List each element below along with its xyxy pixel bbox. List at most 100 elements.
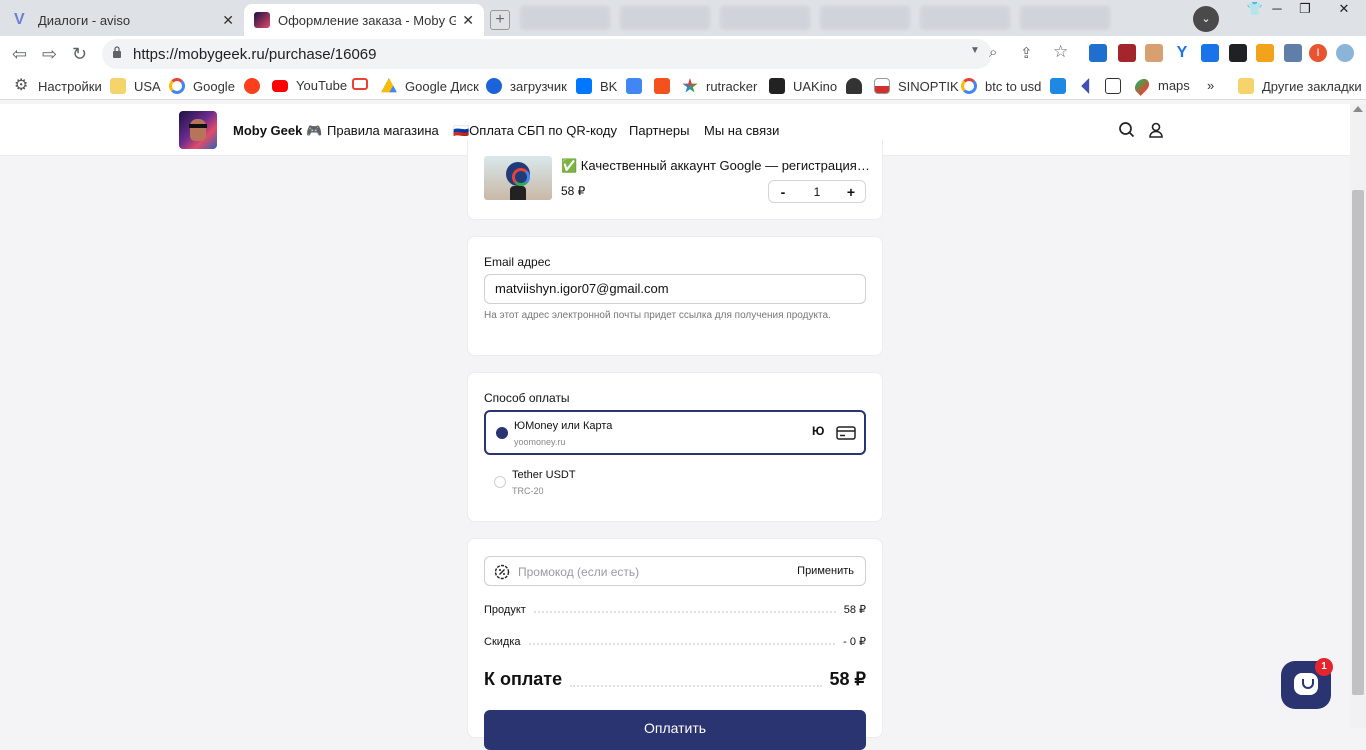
browser-tab-bar: V Диалоги - aviso ✕ Оформление заказа - … <box>0 0 1366 36</box>
product-title[interactable]: ✅ Качественный аккаунт Google — регистра… <box>561 158 871 174</box>
maximize-button[interactable]: ❐ <box>1290 0 1320 20</box>
bookmark-p[interactable] <box>1050 78 1074 94</box>
extension-y-icon[interactable]: Y <box>1173 44 1191 62</box>
zoom-icon[interactable]: ⌕ <box>989 44 997 61</box>
tab-search-button[interactable]: ⌄ <box>1193 6 1219 32</box>
extension-bitcoin-icon[interactable] <box>1256 44 1274 62</box>
bookmark-google[interactable]: Google <box>169 78 235 94</box>
promo-code-placeholder: Промокод (если есть) <box>518 565 640 579</box>
payment-option-usdt[interactable]: Tether USDT TRC-20 <box>484 461 866 506</box>
chat-widget-button[interactable]: 1 <box>1281 658 1333 709</box>
extension-download-icon[interactable] <box>1201 44 1219 62</box>
uakino-icon <box>769 78 785 94</box>
site-logo[interactable] <box>179 111 217 149</box>
product-price: 58 ₽ <box>561 184 586 198</box>
quantity-decrease-button[interactable]: - <box>777 184 789 200</box>
arrow-icon <box>1081 78 1090 94</box>
share-icon[interactable]: ⇪ <box>1020 44 1033 62</box>
window-close-button[interactable]: ✕ <box>1322 0 1366 20</box>
bookmark-uakino[interactable]: UAKino <box>769 78 837 94</box>
chat-icon <box>1294 673 1318 695</box>
tab-aviso[interactable]: V Диалоги - aviso ✕ <box>4 4 244 36</box>
bookmark-vk[interactable]: BK <box>576 78 617 94</box>
pay-button[interactable]: Оплатить <box>484 710 866 750</box>
minimize-button[interactable]: ─ <box>1262 0 1292 20</box>
back-icon[interactable]: ⇦ <box>12 44 27 65</box>
close-tab-icon[interactable]: ✕ <box>462 12 474 29</box>
radio-selected[interactable] <box>496 427 508 439</box>
nav-partners[interactable]: Партнеры <box>629 123 689 138</box>
bookmarks-more-button[interactable]: » <box>1207 78 1214 93</box>
extensions-puzzle-icon[interactable] <box>1284 44 1302 62</box>
chat-unread-badge: 1 <box>1315 658 1333 676</box>
forward-icon[interactable]: ⇨ <box>42 44 57 65</box>
email-field[interactable]: matviishyn.igor07@gmail.com <box>484 274 866 304</box>
product-total-label: Продукт <box>484 604 526 616</box>
nav-sbp-payment[interactable]: 🇷🇺Оплата СБП по QR-коду <box>453 123 617 139</box>
bookmark-btc-to-usd[interactable]: btc to usd <box>961 78 1041 94</box>
yoomoney-icon: Ю <box>812 424 825 438</box>
p-icon <box>1050 78 1066 94</box>
promo-code-field[interactable]: Промокод (если есть) Применить <box>484 556 866 586</box>
bookmark-sinoptik[interactable]: SINOPTIK <box>874 78 959 94</box>
bookmark-rutracker[interactable]: rutracker <box>682 78 757 94</box>
bookmark-loader[interactable]: загрузчик <box>486 78 567 94</box>
bookmark-settings[interactable]: ⚙ Настройки <box>14 78 102 94</box>
bookmark-usa[interactable]: USA <box>110 78 161 94</box>
extension-face-icon[interactable] <box>1145 44 1163 62</box>
radio-unselected[interactable] <box>494 476 506 488</box>
product-image <box>484 156 552 200</box>
quantity-value[interactable]: 1 <box>814 185 821 199</box>
extension-ublock-icon[interactable] <box>1118 44 1136 62</box>
nav-shop-rules[interactable]: Правила магазина <box>327 123 439 138</box>
bookmark-f[interactable] <box>654 78 678 94</box>
vk-icon <box>576 78 592 94</box>
extension-terminal-icon[interactable] <box>1229 44 1247 62</box>
scrollbar-thumb[interactable] <box>1352 190 1364 695</box>
google-icon <box>961 78 977 94</box>
search-icon[interactable] <box>1117 120 1137 140</box>
drive-icon <box>381 78 397 93</box>
gear-icon: ⚙ <box>14 77 29 94</box>
bookmark-star-icon[interactable]: ☆ <box>1053 42 1068 62</box>
close-tab-icon[interactable]: ✕ <box>222 12 234 29</box>
bookmark-arrow[interactable] <box>1078 78 1102 94</box>
extension-globe-icon[interactable] <box>1336 44 1354 62</box>
bookmark-figure[interactable] <box>846 78 870 94</box>
tab-title: Диалоги - aviso <box>38 12 131 28</box>
bookmark-youtube[interactable]: YouTube <box>272 78 347 93</box>
page-scrollbar[interactable] <box>1350 104 1366 728</box>
bookmark-yandex[interactable] <box>244 78 268 94</box>
other-bookmarks-folder[interactable]: Другие закладки <box>1238 78 1362 94</box>
bookmark-bc[interactable] <box>1105 78 1129 94</box>
grand-total-row: К оплате 58 ₽ <box>484 669 866 690</box>
profile-avatar[interactable]: I <box>1309 44 1327 62</box>
card-icon <box>836 426 856 440</box>
tab-checkout[interactable]: Оформление заказа - Moby Geek ✕ <box>244 4 484 36</box>
product-total-value: 58 ₽ <box>843 604 866 616</box>
omnibox[interactable]: https://mobygeek.ru/purchase/16069 ▼ <box>102 39 992 69</box>
nav-contact[interactable]: Мы на связи <box>704 123 779 138</box>
bookmark-google-drive[interactable]: Google Диск <box>381 78 479 94</box>
product-card: ✅ Качественный аккаунт Google — регистра… <box>467 140 883 220</box>
user-icon[interactable] <box>1146 120 1166 140</box>
url-text[interactable]: https://mobygeek.ru/purchase/16069 <box>133 46 377 63</box>
reload-icon[interactable]: ↻ <box>72 44 87 65</box>
bookmark-gmail[interactable] <box>352 78 376 90</box>
bookmark-translate[interactable] <box>626 78 650 94</box>
figure-icon <box>846 78 862 94</box>
scroll-up-icon[interactable] <box>1353 106 1363 112</box>
dropdown-icon[interactable]: ▼ <box>970 45 980 56</box>
apply-promo-button[interactable]: Применить <box>797 565 854 577</box>
extension-pl-icon[interactable] <box>1089 44 1107 62</box>
mobygeek-favicon-icon <box>254 12 270 28</box>
email-hint: На этот адрес электронной почты придет с… <box>484 310 831 321</box>
payment-option-yoomoney[interactable]: ЮMoney или Карта yoomoney.ru Ю <box>484 410 866 455</box>
nav-brand[interactable]: Moby Geek 🎮 <box>233 123 322 139</box>
bc-icon <box>1105 78 1121 94</box>
grand-total-label: К оплате <box>484 669 563 689</box>
new-tab-button[interactable]: + <box>490 10 510 30</box>
quantity-increase-button[interactable]: + <box>845 184 857 200</box>
bookmark-maps[interactable]: maps <box>1132 75 1190 96</box>
lock-icon <box>113 46 121 58</box>
